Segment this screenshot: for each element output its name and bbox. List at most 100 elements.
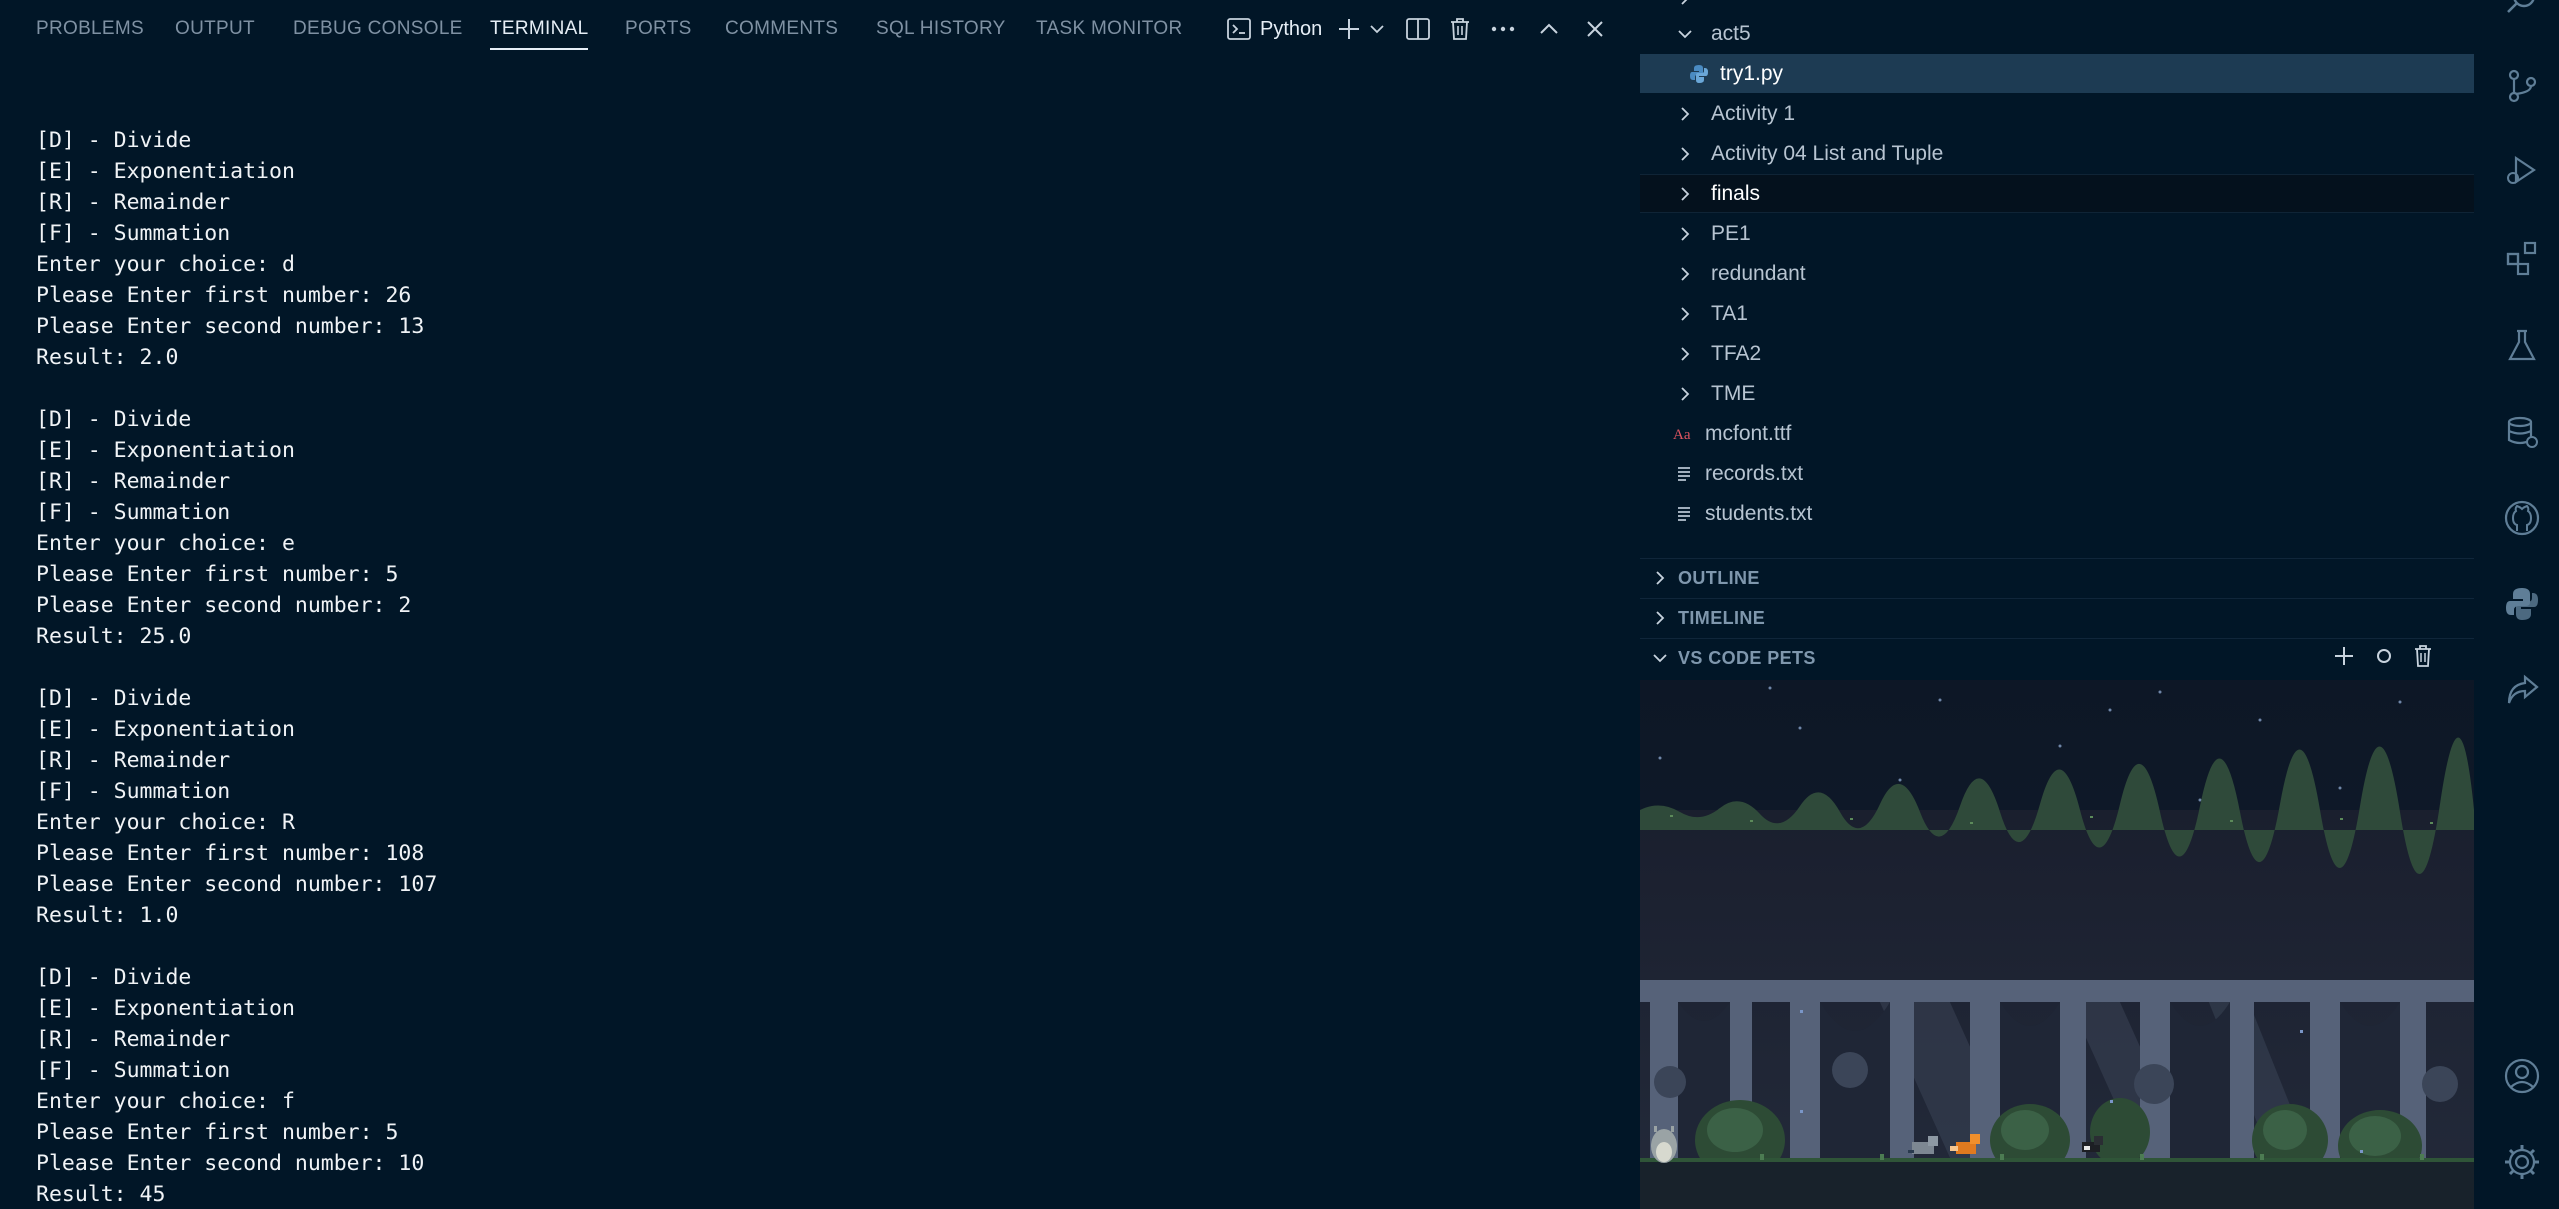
terminal-line: Result: 2.0 xyxy=(36,345,179,370)
new-terminal-button[interactable] xyxy=(1336,12,1362,46)
chevron-down-icon xyxy=(1368,20,1386,38)
terminal-profiles-dropdown[interactable] xyxy=(1368,12,1386,46)
terminal-line: [R] - Remainder xyxy=(36,469,231,494)
outline-section-label: OUTLINE xyxy=(1678,567,1760,588)
pets-section-label: VS CODE PETS xyxy=(1678,647,1816,668)
tree-item-label: TA1 xyxy=(1711,301,1748,325)
activity-bar xyxy=(2480,0,2559,1209)
svg-text:Aa: Aa xyxy=(1673,427,1691,443)
tab-debug-console[interactable]: DEBUG CONSOLE xyxy=(293,18,463,40)
font-file-icon: Aa xyxy=(1673,423,1695,445)
python-icon[interactable] xyxy=(2502,584,2542,624)
tree-item-label: records.txt xyxy=(1705,461,1804,485)
terminal-line: Please Enter first number: 5 xyxy=(36,562,399,587)
terminal-selector[interactable]: Python xyxy=(1226,12,1322,46)
tree-item-activity-04-list-and-tuple[interactable]: Activity 04 List and Tuple xyxy=(1640,134,2474,173)
add-icon xyxy=(1336,16,1362,42)
add-pet-icon[interactable] xyxy=(2332,644,2356,673)
tab-ports[interactable]: PORTS xyxy=(625,18,692,40)
database-icon[interactable] xyxy=(2502,412,2542,452)
tab-output[interactable]: OUTPUT xyxy=(175,18,255,40)
pet-totoro[interactable] xyxy=(1651,1126,1677,1163)
terminal-line: [D] - Divide xyxy=(36,686,192,711)
terminal-line: Enter your choice: e xyxy=(36,531,295,556)
tree-item-finals[interactable]: finals xyxy=(1640,174,2474,213)
terminal-output[interactable]: [D] - Divide [E] - Exponentiation [R] - Re… xyxy=(36,125,1616,1209)
terminal-line: [D] - Divide xyxy=(36,407,192,432)
account-icon[interactable] xyxy=(2502,1056,2542,1096)
chevron-right-icon xyxy=(1673,382,1697,406)
terminal-line: [D] - Divide xyxy=(36,965,192,990)
terminal-line: [F] - Summation xyxy=(36,779,231,804)
run-debug-icon[interactable] xyxy=(2502,150,2542,190)
terminal-line: Please Enter first number: 26 xyxy=(36,283,412,308)
remote-icon[interactable] xyxy=(2502,670,2542,710)
terminal-line: [E] - Exponentiation xyxy=(36,717,295,742)
tree-item-redundant[interactable]: redundant xyxy=(1640,254,2474,293)
chevron-right-icon xyxy=(1673,342,1697,366)
pets-section-header[interactable]: VS CODE PETS xyxy=(1640,638,2474,677)
timeline-section-header[interactable]: TIMELINE xyxy=(1640,598,2474,637)
tree-item-ta1[interactable]: TA1 xyxy=(1640,294,2474,333)
chevron-right-icon xyxy=(1648,606,1672,630)
outline-section-header[interactable]: OUTLINE xyxy=(1640,558,2474,597)
close-panel-button[interactable] xyxy=(1584,12,1606,46)
split-icon xyxy=(1405,16,1431,42)
terminal-line: [E] - Exponentiation xyxy=(36,438,295,463)
terminal-line: Result: 25.0 xyxy=(36,624,192,649)
tab-comments[interactable]: COMMENTS xyxy=(725,18,838,40)
tree-item-act5[interactable]: act5 xyxy=(1640,14,2474,53)
tree-item-tfa2[interactable]: TFA2 xyxy=(1640,334,2474,373)
terminal-line: Enter your choice: R xyxy=(36,810,295,835)
testing-icon[interactable] xyxy=(2502,326,2542,366)
split-terminal-button[interactable] xyxy=(1405,12,1431,46)
extensions-icon[interactable] xyxy=(2502,238,2542,278)
maximize-panel-button[interactable] xyxy=(1538,12,1560,46)
kill-terminal-button[interactable] xyxy=(1448,12,1472,46)
tree-item-try1-py[interactable]: try1.py xyxy=(1640,54,2474,93)
chevron-right-icon xyxy=(1673,262,1697,286)
tree-item-label: PE1 xyxy=(1711,221,1751,245)
remove-pet-icon[interactable] xyxy=(2412,644,2434,673)
tab-problems[interactable]: PROBLEMS xyxy=(36,18,144,40)
terminal-name: Python xyxy=(1260,17,1323,40)
chevron-right-icon xyxy=(1648,566,1672,590)
tree-item-students-txt[interactable]: students.txt xyxy=(1640,494,2474,533)
settings-icon[interactable] xyxy=(2502,1142,2542,1182)
github-icon[interactable] xyxy=(2502,498,2542,538)
tree-item-records-txt[interactable]: records.txt xyxy=(1640,454,2474,493)
tree-item-label: TME xyxy=(1711,381,1756,405)
terminal-line: Please Enter first number: 5 xyxy=(36,1120,399,1145)
chevron-down-icon xyxy=(1673,22,1697,46)
terminal-line: Please Enter first number: 108 xyxy=(36,841,425,866)
tab-task-monitor[interactable]: TASK MONITOR xyxy=(1036,18,1182,40)
tree-item-pe1[interactable]: PE1 xyxy=(1640,214,2474,253)
terminal-line: [D] - Divide xyxy=(36,128,192,153)
tree-item-label: TFA2 xyxy=(1711,341,1762,365)
terminal-line: Result: 1.0 xyxy=(36,903,179,928)
trash-icon xyxy=(1448,16,1472,42)
tree-item-tme[interactable]: TME xyxy=(1640,374,2474,413)
terminal-line: Enter your choice: f xyxy=(36,1089,295,1114)
chevron-right-icon xyxy=(1673,182,1697,206)
search-icon[interactable] xyxy=(2502,0,2542,20)
terminal-line: [R] - Remainder xyxy=(36,748,231,773)
chevron-right-icon xyxy=(1673,142,1697,166)
tree-item-mcfont-ttf[interactable]: Aa mcfont.ttf xyxy=(1640,414,2474,453)
tree-item-activity-1[interactable]: Activity 1 xyxy=(1640,94,2474,133)
ball-icon[interactable] xyxy=(2374,646,2394,671)
tree-item-label: Activity 04 List and Tuple xyxy=(1711,141,1944,165)
source-control-icon[interactable] xyxy=(2502,66,2542,106)
chevron-right-icon xyxy=(1673,102,1697,126)
tree-item-label: try1.py xyxy=(1720,61,1784,85)
tab-terminal[interactable]: TERMINAL xyxy=(490,18,589,50)
terminal-line: [R] - Remainder xyxy=(36,1027,231,1052)
tab-sql-history[interactable]: SQL HISTORY xyxy=(876,18,1006,40)
tree-item-label: mcfont.ttf xyxy=(1705,421,1792,445)
close-icon xyxy=(1584,18,1606,40)
chevron-down-icon xyxy=(1648,646,1672,670)
more-actions-button[interactable] xyxy=(1490,12,1516,46)
python-icon xyxy=(1688,63,1710,85)
